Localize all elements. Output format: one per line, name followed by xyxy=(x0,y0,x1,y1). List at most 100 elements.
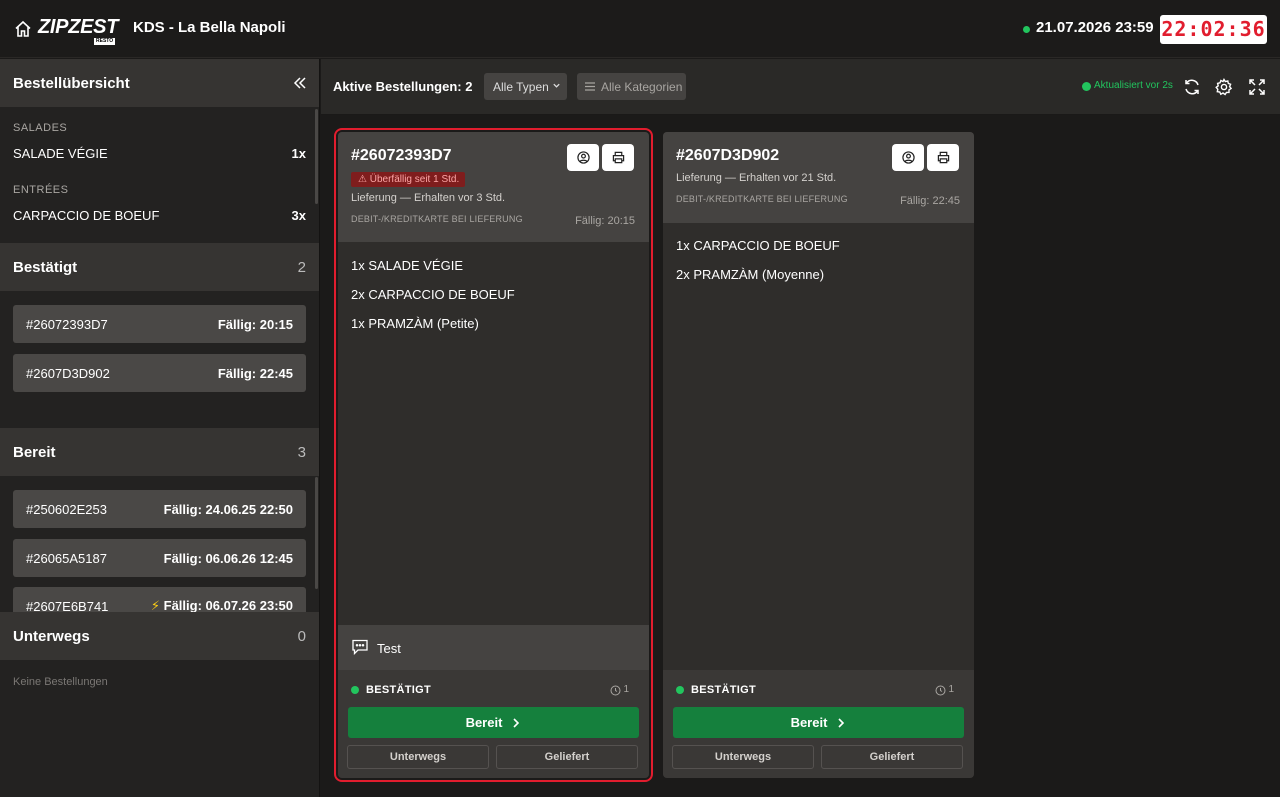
printer-icon xyxy=(937,151,949,164)
category-item[interactable]: CARPACCIO DE BOEUF 3x xyxy=(13,208,306,223)
toolbar: Aktive Bestellungen: 2 Alle Typen Alle K… xyxy=(321,59,1280,115)
payment-info: DEBIT-/KREDITKARTE BEI LIEFERUNG xyxy=(351,214,523,224)
active-orders-label: Aktive Bestellungen: 2 xyxy=(333,79,473,94)
order-card[interactable]: #26072393D7 ⚠ Überfällig seit 1 Std. Lie… xyxy=(334,128,653,782)
comment-icon xyxy=(352,639,368,655)
delivery-info: Lieferung — Erhalten vor 3 Std. xyxy=(351,192,506,204)
settings-gear-icon[interactable] xyxy=(1215,78,1233,96)
menu-icon xyxy=(585,82,595,91)
delivered-button[interactable]: Geliefert xyxy=(496,745,638,769)
due-time: Fällig: 22:45 xyxy=(900,195,960,207)
order-card-footer: BESTÄTIGT 1 Bereit Unterwegs Geliefert xyxy=(338,670,649,778)
overdue-badge: ⚠ Überfällig seit 1 Std. xyxy=(351,172,466,187)
category-item-name: SALADE VÉGIE xyxy=(13,146,108,161)
note-text: Test xyxy=(377,641,401,656)
order-id: #250602E253 xyxy=(26,501,107,517)
sidebar-order-card[interactable]: #26065A5187 Fällig: 06.06.26 12:45 xyxy=(13,539,306,577)
category-filter-button[interactable]: Alle Kategorien xyxy=(577,73,686,100)
fullscreen-icon[interactable] xyxy=(1248,78,1266,96)
sidebar-order-card[interactable]: #2607D3D902 Fällig: 22:45 xyxy=(13,354,306,392)
clock-icon xyxy=(935,685,946,696)
home-icon[interactable] xyxy=(13,19,33,39)
category-item-name: CARPACCIO DE BOEUF xyxy=(13,208,160,223)
customer-button[interactable] xyxy=(567,144,599,171)
status-label: BESTÄTIGT xyxy=(366,684,432,696)
clock-icon xyxy=(610,685,621,696)
scrollbar[interactable] xyxy=(315,109,318,204)
refresh-icon[interactable] xyxy=(1183,78,1201,96)
app-title: KDS - La Bella Napoli xyxy=(133,19,286,36)
order-id: #26065A5187 xyxy=(26,550,107,566)
section-count: 3 xyxy=(297,443,306,461)
order-card-header: #2607D3D902 Lieferung — Erhalten vor 21 … xyxy=(663,132,974,223)
mark-ready-label: Bereit xyxy=(790,715,828,730)
category-item-qty: 1x xyxy=(291,146,306,161)
order-due: Fällig: 06.06.26 12:45 xyxy=(163,550,293,566)
order-due-text: Fällig: 06.07.26 23:50 xyxy=(163,598,293,613)
category-item-qty: 3x xyxy=(291,208,306,223)
section-header-ready[interactable]: Bereit 3 xyxy=(0,428,319,476)
order-item: 1x SALADE VÉGIE xyxy=(351,258,463,273)
section-count: 2 xyxy=(297,258,306,276)
order-item: 1x PRAMZÀM (Petite) xyxy=(351,316,479,331)
clock: 22:02:36 xyxy=(1160,15,1267,44)
mark-ready-button[interactable]: Bereit xyxy=(673,707,964,738)
top-bar: ZIPZEST RESTO KDS - La Bella Napoli 21.0… xyxy=(0,0,1280,58)
section-title: Unterwegs xyxy=(13,627,90,645)
empty-state-text: Keine Bestellungen xyxy=(13,676,108,688)
sidebar: Bestellübersicht SALADES SALADE VÉGIE 1x… xyxy=(0,59,320,797)
section-header-enroute[interactable]: Unterwegs 0 xyxy=(0,612,319,660)
category-filter-label: Alle Kategorien xyxy=(601,79,683,94)
chevron-right-icon xyxy=(838,717,845,728)
sidebar-header: Bestellübersicht xyxy=(0,59,319,107)
category-item[interactable]: SALADE VÉGIE 1x xyxy=(13,146,306,161)
order-card[interactable]: #2607D3D902 Lieferung — Erhalten vor 21 … xyxy=(663,132,974,778)
delivered-button[interactable]: Geliefert xyxy=(821,745,963,769)
order-id: #2607D3D902 xyxy=(676,147,780,164)
order-item: 1x CARPACCIO DE BOEUF xyxy=(676,238,840,253)
mark-ready-button[interactable]: Bereit xyxy=(348,707,639,738)
warning-icon: ⚠ xyxy=(358,174,367,185)
logo: ZIPZEST RESTO xyxy=(38,16,118,46)
update-status-dot xyxy=(1082,82,1091,91)
sidebar-title: Bestellübersicht xyxy=(13,74,130,92)
order-note: Test xyxy=(338,625,649,670)
lightning-icon: ⚡ xyxy=(150,598,161,613)
overdue-badge-text: Überfällig seit 1 Std. xyxy=(369,174,460,185)
order-due: Fällig: 20:15 xyxy=(217,316,293,332)
logo-sub: RESTO xyxy=(94,38,116,45)
type-select-value: Alle Typen xyxy=(493,79,549,94)
section-title: Bereit xyxy=(13,443,56,461)
section-header-confirmed[interactable]: Bestätigt 2 xyxy=(0,243,319,291)
chevron-down-icon xyxy=(553,83,560,88)
order-id: #26072393D7 xyxy=(26,316,108,332)
type-select[interactable]: Alle Typen xyxy=(484,73,567,100)
category-label: SALADES xyxy=(13,122,68,134)
printer-icon xyxy=(612,151,624,164)
enroute-button[interactable]: Unterwegs xyxy=(672,745,814,769)
section-title: Bestätigt xyxy=(13,258,78,276)
user-circle-icon xyxy=(576,151,590,164)
section-count: 0 xyxy=(297,627,306,645)
collapse-icon[interactable] xyxy=(293,76,307,90)
payment-info: DEBIT-/KREDITKARTE BEI LIEFERUNG xyxy=(676,194,848,204)
order-due: Fällig: 24.06.25 22:50 xyxy=(163,501,293,517)
sidebar-order-card[interactable]: #26072393D7 Fällig: 20:15 xyxy=(13,305,306,343)
update-status-text: Aktualisiert vor 2s xyxy=(1094,80,1173,91)
order-id: #2607D3D902 xyxy=(26,365,110,381)
enroute-button[interactable]: Unterwegs xyxy=(347,745,489,769)
scrollbar[interactable] xyxy=(315,477,318,589)
user-circle-icon xyxy=(901,151,915,164)
print-button[interactable] xyxy=(927,144,959,171)
order-item: 2x PRAMZÀM (Moyenne) xyxy=(676,267,825,282)
due-time: Fällig: 20:15 xyxy=(575,215,635,227)
online-status-dot xyxy=(1023,26,1030,33)
status-label: BESTÄTIGT xyxy=(691,684,757,696)
chevron-right-icon xyxy=(513,717,520,728)
print-button[interactable] xyxy=(602,144,634,171)
sidebar-order-card[interactable]: #250602E253 Fällig: 24.06.25 22:50 xyxy=(13,490,306,528)
order-card-header: #26072393D7 ⚠ Überfällig seit 1 Std. Lie… xyxy=(338,132,649,242)
customer-button[interactable] xyxy=(892,144,924,171)
mark-ready-label: Bereit xyxy=(465,715,503,730)
status-count: 1 xyxy=(623,684,629,695)
